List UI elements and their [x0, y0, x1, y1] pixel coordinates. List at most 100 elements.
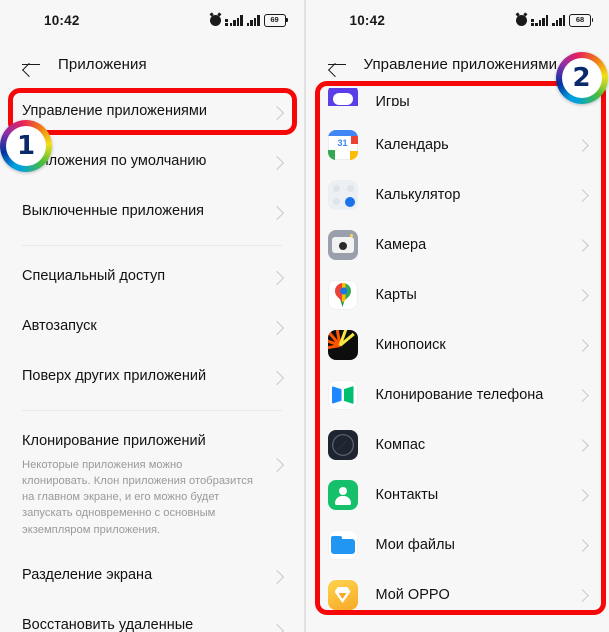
chevron-right-icon: [269, 270, 284, 286]
step-badge-1-number: 1: [6, 126, 46, 166]
phone-clone-icon: [327, 380, 358, 410]
step-badge-1: 1: [0, 120, 52, 172]
app-row-maps[interactable]: Карты: [306, 270, 609, 320]
chevron-right-icon: [576, 188, 589, 202]
battery-level: 68: [575, 15, 585, 25]
signal-data-icon: [530, 15, 548, 26]
data-arrows-icon: [530, 15, 534, 26]
screenshot-stage: 10:42 69 Приложения Управление приложени…: [0, 0, 609, 632]
chevron-right-icon: [269, 320, 284, 336]
battery-icon: 69: [263, 13, 288, 27]
chevron-right-icon: [576, 338, 589, 352]
chevron-right-icon: [576, 388, 589, 402]
settings-row-overlay[interactable]: Поверх других приложений: [0, 353, 304, 403]
chevron-right-icon: [576, 488, 589, 502]
row-label: Восстановить удаленные системные приложе…: [22, 616, 194, 632]
data-arrows-icon: [225, 15, 228, 26]
page-title: Приложения: [58, 55, 147, 73]
app-row-my-files[interactable]: Мои файлы: [306, 520, 609, 570]
signal-icon: [552, 15, 565, 26]
chevron-right-icon: [576, 138, 589, 152]
app-name: Компас: [375, 437, 426, 453]
left-status-bar: 10:42 69: [0, 0, 304, 40]
settings-list: Управление приложениями Приложения по ум…: [0, 88, 304, 632]
battery-icon: 68: [569, 13, 593, 27]
camera-icon: [327, 230, 358, 260]
application-list: Игры 31 Календарь Калькулятор Камера Кар…: [305, 88, 609, 620]
alarm-icon: [210, 14, 221, 26]
section-divider: [22, 245, 282, 246]
app-row-compass[interactable]: Компас: [306, 420, 609, 470]
signal-data-icon: [225, 15, 243, 26]
app-name: Карты: [375, 287, 417, 303]
app-row-contacts[interactable]: Контакты: [306, 470, 609, 520]
maps-icon: [327, 280, 358, 310]
back-arrow-icon[interactable]: [20, 53, 42, 75]
app-name: Калькулятор: [375, 187, 461, 203]
chevron-right-icon: [576, 438, 589, 452]
status-icon-group: 69: [210, 13, 288, 27]
row-label: Управление приложениями: [22, 103, 207, 119]
row-label: Разделение экрана: [22, 566, 153, 583]
app-row-calendar[interactable]: 31 Календарь: [306, 120, 609, 170]
chevron-right-icon: [576, 588, 589, 602]
left-app-bar: Приложения: [0, 40, 304, 88]
app-row-my-oppo[interactable]: Мой OPPO: [306, 570, 609, 620]
settings-row-app-cloner[interactable]: Клонирование приложений Некоторые прилож…: [0, 418, 304, 552]
chevron-right-icon: [269, 623, 284, 632]
row-description: Некоторые приложения можно клонировать. …: [22, 458, 253, 536]
row-label: Поверх других приложений: [22, 368, 207, 384]
chevron-right-icon: [576, 238, 589, 252]
row-label: Выключенные приложения: [22, 203, 205, 219]
status-time: 10:42: [44, 12, 80, 28]
chevron-right-icon: [576, 538, 589, 552]
compass-icon: [327, 430, 358, 460]
calendar-day: 31: [337, 138, 348, 148]
row-label: Специальный доступ: [22, 268, 166, 284]
app-row-phone-clone[interactable]: Клонирование телефона: [306, 370, 609, 420]
section-divider: [22, 410, 282, 411]
app-name: Игры: [375, 94, 410, 106]
chevron-right-icon: [269, 370, 284, 386]
app-name: Мои файлы: [375, 537, 455, 553]
chevron-right-icon: [576, 288, 589, 302]
alarm-icon: [515, 14, 527, 26]
chevron-right-icon: [269, 457, 284, 473]
app-name: Контакты: [375, 487, 439, 503]
settings-row-restore-system-apps[interactable]: Восстановить удаленные системные приложе…: [0, 602, 304, 632]
settings-row-autostart[interactable]: Автозапуск: [0, 303, 304, 353]
app-name: Кинопоиск: [375, 337, 446, 353]
app-name: Мой OPPO: [375, 587, 450, 603]
step-badge-2-number: 2: [561, 58, 602, 98]
back-arrow-icon[interactable]: [326, 53, 348, 75]
my-oppo-icon: [327, 580, 358, 610]
right-phone-screen: 10:42 68 Управление приложениями Игры 31…: [304, 0, 609, 632]
row-label: Автозапуск: [22, 318, 97, 334]
app-name: Клонирование телефона: [375, 387, 544, 403]
chevron-right-icon: [269, 155, 284, 171]
chevron-right-icon: [269, 569, 284, 584]
step-badge-2: 2: [555, 52, 608, 104]
page-title: Управление приложениями: [363, 55, 558, 73]
settings-row-special-access[interactable]: Специальный доступ: [0, 253, 304, 303]
status-icon-group: 68: [515, 13, 593, 27]
games-icon: [327, 88, 358, 106]
settings-row-split-screen[interactable]: Разделение экрана: [0, 552, 304, 602]
chevron-right-icon: [269, 205, 284, 221]
app-row-kinopoisk[interactable]: Кинопоиск: [306, 320, 609, 370]
calculator-icon: [327, 180, 358, 210]
app-row-camera[interactable]: Камера: [306, 220, 609, 270]
app-name: Календарь: [375, 137, 449, 153]
files-icon: [327, 530, 358, 560]
signal-icon: [246, 15, 260, 26]
calendar-icon: 31: [327, 130, 358, 160]
left-phone-screen: 10:42 69 Приложения Управление приложени…: [0, 0, 305, 632]
battery-level: 69: [270, 15, 279, 25]
status-time: 10:42: [349, 12, 386, 28]
settings-row-disabled-apps[interactable]: Выключенные приложения: [0, 188, 304, 238]
right-status-bar: 10:42 68: [305, 0, 609, 40]
contacts-icon: [327, 480, 358, 510]
chevron-right-icon: [269, 105, 284, 121]
app-row-calculator[interactable]: Калькулятор: [306, 170, 609, 220]
app-name: Камера: [375, 237, 427, 253]
